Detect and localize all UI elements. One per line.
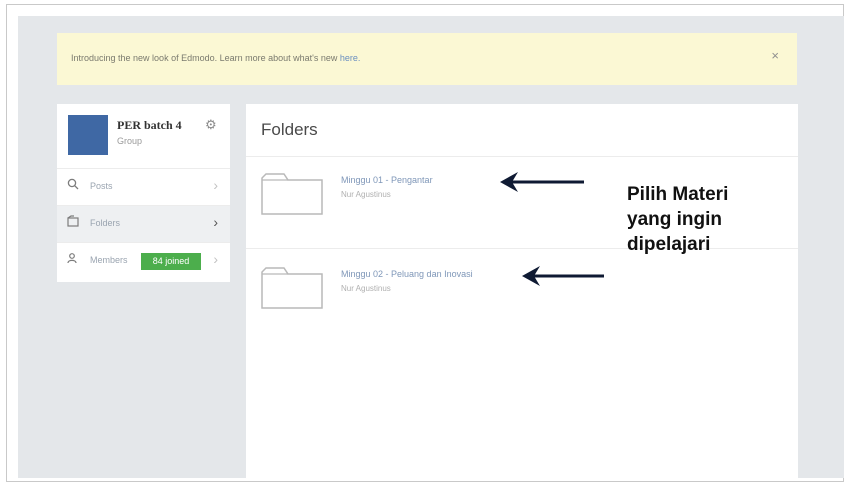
page-title: Folders <box>261 120 318 139</box>
chevron-right-icon: › <box>213 177 218 193</box>
annotation-line: dipelajari <box>627 234 711 255</box>
announcement-link[interactable]: here. <box>340 53 361 63</box>
folder-owner: Nur Agustinus <box>341 190 391 199</box>
announcement-text: Introducing the new look of Edmodo. Lear… <box>71 53 361 63</box>
sidebar-item-folders[interactable]: Folders › <box>57 205 230 242</box>
sidebar-item-label: Members <box>90 255 128 265</box>
folder-link[interactable]: Minggu 02 - Peluang dan Inovasi <box>341 269 473 279</box>
group-sidebar: PER batch 4 Group ⚙ Posts › Folders › Me… <box>57 104 230 282</box>
group-name[interactable]: PER batch 4 <box>117 118 182 133</box>
folder-icon[interactable] <box>260 170 324 216</box>
members-joined-badge: 84 joined <box>141 253 201 270</box>
members-icon <box>67 252 79 267</box>
folders-panel: Folders Minggu 01 - Pengantar Nur Agusti… <box>246 104 798 478</box>
search-icon <box>67 178 79 193</box>
group-type: Group <box>117 136 143 146</box>
sidebar-item-posts[interactable]: Posts › <box>57 168 230 205</box>
folder-icon <box>67 215 79 230</box>
sidebar-item-label: Folders <box>90 218 121 228</box>
arrow-left-icon <box>522 266 604 286</box>
group-header: PER batch 4 Group ⚙ <box>57 104 230 168</box>
announcement-banner: Introducing the new look of Edmodo. Lear… <box>57 33 797 85</box>
instruction-annotation: Pilih Materi yang ingin dipelajari <box>627 182 797 257</box>
chevron-right-icon: › <box>213 251 218 267</box>
title-divider <box>246 156 798 157</box>
folder-icon[interactable] <box>260 264 324 310</box>
annotation-line: yang ingin <box>627 209 722 230</box>
group-avatar[interactable] <box>68 115 108 155</box>
sidebar-item-members[interactable]: Members 84 joined › <box>57 242 230 279</box>
folder-link[interactable]: Minggu 01 - Pengantar <box>341 175 433 185</box>
close-icon[interactable]: × <box>771 48 779 63</box>
folder-owner: Nur Agustinus <box>341 284 391 293</box>
chevron-right-icon: › <box>213 214 218 230</box>
annotation-line: Pilih Materi <box>627 184 729 205</box>
arrow-left-icon <box>500 172 584 192</box>
gear-icon[interactable]: ⚙ <box>205 117 217 133</box>
sidebar-item-label: Posts <box>90 181 113 191</box>
